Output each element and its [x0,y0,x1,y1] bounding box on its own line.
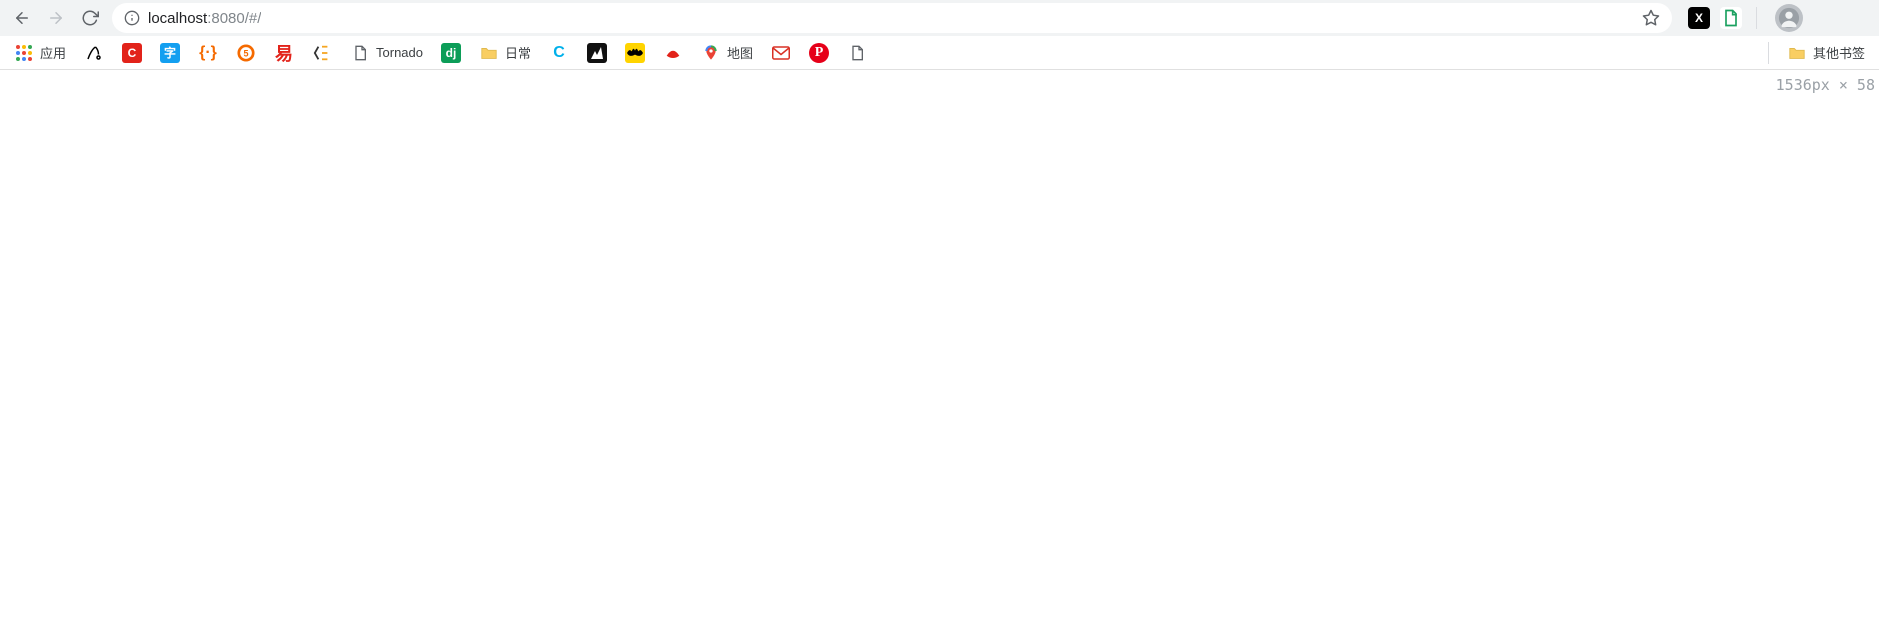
bookmark-item-5[interactable]: 5 [236,43,256,63]
favicon-blue-box-icon: 字 [160,43,180,63]
bookmark-maps-label: 地图 [727,43,753,62]
favicon-orange-circle-icon: 5 [236,43,256,63]
bookmark-item-12[interactable] [587,43,607,63]
bookmark-tornado[interactable]: Tornado [350,43,423,63]
bookmark-gmail[interactable] [771,43,791,63]
url-rest: :8080/#/ [207,10,261,27]
extension-x-icon[interactable]: X [1688,7,1710,29]
bookmark-item-13[interactable] [625,43,645,63]
favicon-brackets-icon: {·} [198,43,218,63]
favicon-page-icon [847,43,867,63]
bookmark-item-9[interactable]: dj [441,43,461,63]
favicon-leet-icon [312,43,332,63]
bookmark-daily[interactable]: 日常 [479,43,531,63]
address-bar[interactable]: localhost:8080/#/ [112,3,1672,33]
bookmark-item-14[interactable] [663,43,683,63]
bookmark-pinterest[interactable]: P [809,43,829,63]
favicon-gmail-icon [771,43,791,63]
bookmark-apps-label: 应用 [40,43,66,62]
url-host: localhost [148,10,207,27]
bookmarks-divider [1768,42,1769,64]
bookmark-star-icon[interactable] [1642,9,1660,27]
bookmark-apps[interactable]: 应用 [14,43,66,63]
page-content: 1536px × 58 [0,70,1879,639]
bookmark-item-3[interactable]: 字 [160,43,180,63]
bookmark-item-7[interactable] [312,43,332,63]
dimension-readout: 1536px × 58 [1776,76,1875,94]
browser-toolbar: localhost:8080/#/ X [0,0,1879,36]
favicon-batman-icon [625,43,645,63]
favicon-red-script-icon: 易 [274,43,294,63]
folder-icon [479,43,499,63]
svg-text:5: 5 [244,48,249,58]
favicon-dark-box-icon [587,43,607,63]
extension-green-icon[interactable] [1720,7,1742,29]
bookmark-daily-label: 日常 [505,43,531,62]
bookmark-tornado-label: Tornado [376,45,423,60]
favicon-redhat-icon [663,43,683,63]
bookmark-item-2[interactable]: C [122,43,142,63]
forward-button[interactable] [44,6,68,30]
profile-avatar-icon[interactable] [1775,4,1803,32]
url-text: localhost:8080/#/ [148,10,261,27]
favicon-cyan-c-icon: C [549,43,569,63]
bookmark-maps[interactable]: 地图 [701,43,753,63]
bookmarks-bar: 应用 C 字 {·} 5 易 Tornado dj [0,36,1879,70]
favicon-map-pin-icon [701,43,721,63]
bookmark-item-4[interactable]: {·} [198,43,218,63]
toolbar-divider [1756,7,1757,29]
bookmark-blank-page[interactable] [847,43,867,63]
favicon-script-icon [84,43,104,63]
bookmark-item-11[interactable]: C [549,43,569,63]
apps-grid-icon [14,43,34,63]
favicon-pinterest-icon: P [809,43,829,63]
reload-button[interactable] [78,6,102,30]
bookmark-other-label: 其他书签 [1813,43,1865,62]
favicon-red-c-icon: C [122,43,142,63]
bookmark-item-6[interactable]: 易 [274,43,294,63]
back-button[interactable] [10,6,34,30]
extensions-group: X [1688,4,1803,32]
favicon-page-icon [350,43,370,63]
favicon-dj-label: dj [446,46,457,60]
favicon-dj-icon: dj [441,43,461,63]
folder-icon [1787,43,1807,63]
site-info-icon[interactable] [124,10,140,26]
extension-x-label: X [1695,11,1703,25]
bookmark-other[interactable]: 其他书签 [1787,43,1865,63]
bookmark-item-1[interactable] [84,43,104,63]
